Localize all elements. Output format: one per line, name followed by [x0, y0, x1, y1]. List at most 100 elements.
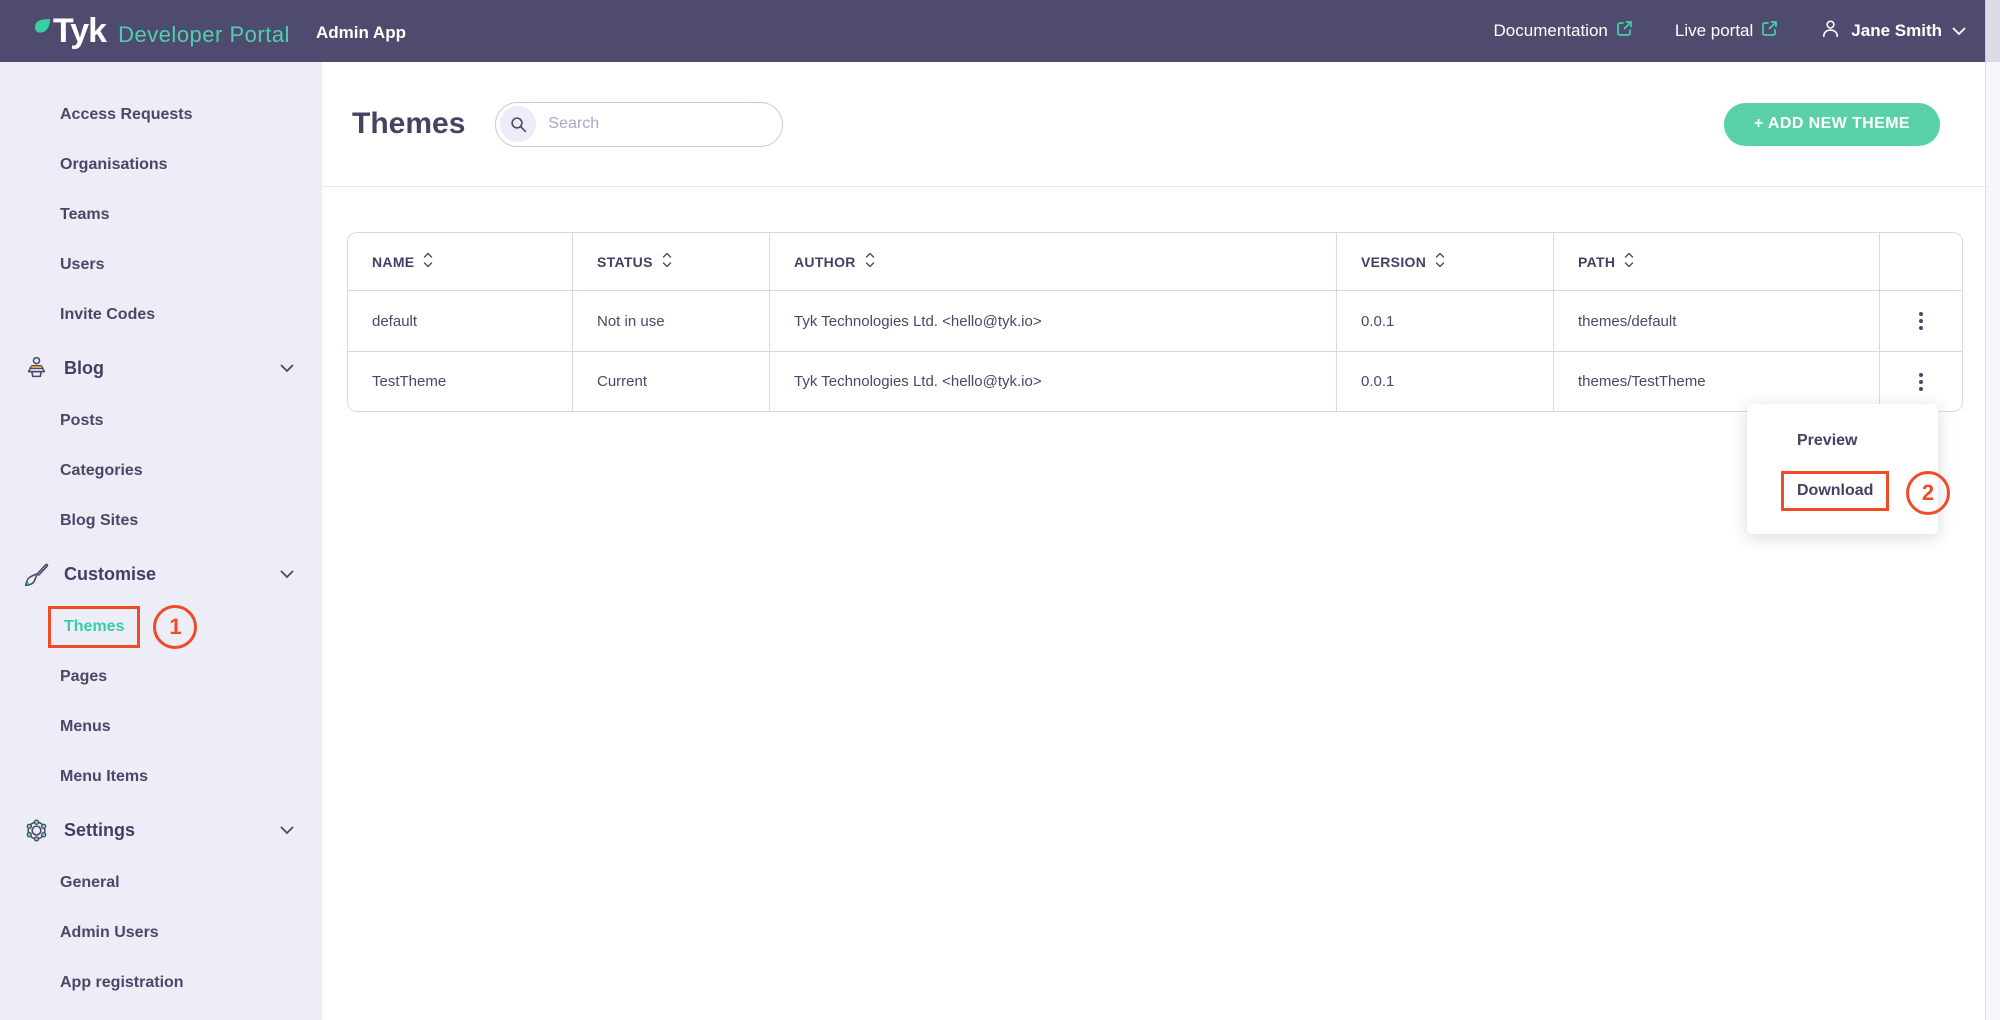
documentation-label: Documentation [1494, 21, 1608, 41]
sidebar-item-invite-codes[interactable]: Invite Codes [0, 290, 322, 340]
sidebar-item-admin-users[interactable]: Admin Users [0, 908, 322, 958]
cell-version: 0.0.1 [1337, 291, 1554, 351]
table-row-default: default Not in use Tyk Technologies Ltd.… [348, 291, 1962, 351]
sidebar-item-label: Users [60, 256, 104, 274]
sidebar-item-label: General [60, 874, 120, 892]
cell-version: 0.0.1 [1337, 352, 1554, 411]
column-label: PATH [1578, 254, 1615, 270]
sidebar-item-label: App registration [60, 974, 184, 992]
sort-icon [423, 252, 433, 271]
logo-text: Tyk [53, 14, 106, 48]
annotation-box-step2: Download [1781, 471, 1889, 511]
page-header: Themes + ADD NEW THEME [322, 62, 2000, 187]
column-header-version[interactable]: VERSION [1337, 233, 1554, 290]
search-box [495, 102, 783, 147]
table-header-row: NAME STATUS AUTHOR VERSION PATH [348, 233, 1962, 291]
sidebar-item-app-registration[interactable]: App registration [0, 958, 322, 1008]
sidebar-section-blog[interactable]: Blog [0, 340, 322, 396]
sidebar-item-label: Menus [60, 718, 111, 736]
add-new-theme-button[interactable]: + ADD NEW THEME [1724, 103, 1940, 146]
sidebar-item-posts[interactable]: Posts [0, 396, 322, 446]
chevron-down-icon [280, 364, 294, 373]
sidebar-section-label: Settings [64, 820, 135, 841]
main-content: Themes + ADD NEW THEME NAME STATUS AUTHO… [322, 62, 2000, 1020]
chevron-down-icon [280, 570, 294, 579]
documentation-link[interactable]: Documentation [1494, 20, 1633, 42]
column-label: STATUS [597, 254, 653, 270]
cell-author: Tyk Technologies Ltd. <hello@tyk.io> [770, 291, 1337, 351]
sidebar-item-label: Access Requests [60, 106, 193, 124]
annotation-circle-step1: 1 [153, 605, 197, 649]
live-portal-link[interactable]: Live portal [1675, 20, 1778, 42]
user-icon [1820, 18, 1841, 44]
themes-table: NAME STATUS AUTHOR VERSION PATH defa [347, 232, 1963, 412]
sort-icon [1435, 252, 1445, 271]
cell-status: Current [573, 352, 770, 411]
column-header-actions [1880, 233, 1962, 290]
chevron-down-icon [1952, 21, 1966, 41]
sidebar-item-categories[interactable]: Categories [0, 446, 322, 496]
cell-author: Tyk Technologies Ltd. <hello@tyk.io> [770, 352, 1337, 411]
kebab-menu-icon[interactable] [1907, 365, 1935, 399]
sidebar-item-pages[interactable]: Pages [0, 652, 322, 702]
sidebar: Access Requests Organisations Teams User… [0, 62, 322, 1020]
sidebar-item-label: Menu Items [60, 768, 148, 786]
column-header-author[interactable]: AUTHOR [770, 233, 1337, 290]
annotation-circle-step2: 2 [1906, 471, 1950, 515]
sidebar-item-label-active: Themes [64, 618, 124, 636]
column-header-path[interactable]: PATH [1554, 233, 1880, 290]
menu-item-preview[interactable]: Preview [1747, 416, 1938, 466]
sidebar-item-menu-items[interactable]: Menu Items [0, 752, 322, 802]
column-label: VERSION [1361, 254, 1426, 270]
sidebar-item-blog-sites[interactable]: Blog Sites [0, 496, 322, 546]
cell-status: Not in use [573, 291, 770, 351]
kebab-menu-icon[interactable] [1907, 304, 1935, 338]
live-portal-label: Live portal [1675, 21, 1753, 41]
paintbrush-icon [20, 561, 52, 588]
sidebar-item-label: Posts [60, 412, 104, 430]
external-link-icon [1616, 20, 1633, 42]
sidebar-item-access-requests[interactable]: Access Requests [0, 90, 322, 140]
sidebar-item-general[interactable]: General [0, 858, 322, 908]
blog-icon [20, 355, 52, 382]
sidebar-item-users[interactable]: Users [0, 240, 322, 290]
sidebar-item-organisations[interactable]: Organisations [0, 140, 322, 190]
column-header-status[interactable]: STATUS [573, 233, 770, 290]
vertical-scrollbar[interactable] [1985, 0, 2000, 1020]
sidebar-item-menus[interactable]: Menus [0, 702, 322, 752]
search-input[interactable] [536, 115, 778, 133]
sidebar-section-customise[interactable]: Customise [0, 546, 322, 602]
column-label: AUTHOR [794, 254, 856, 270]
sidebar-item-label: Organisations [60, 156, 168, 174]
chevron-down-icon [280, 826, 294, 835]
sidebar-section-settings[interactable]: Settings [0, 802, 322, 858]
sidebar-section-label: Blog [64, 358, 104, 379]
annotation-box-step1: Themes [48, 606, 140, 648]
tyk-leaf-icon [34, 18, 51, 40]
sidebar-item-label: Admin Users [60, 924, 159, 942]
external-link-icon [1761, 20, 1778, 42]
sidebar-item-label: Categories [60, 462, 143, 480]
sidebar-section-label: Customise [64, 564, 156, 585]
menu-item-label: Download [1797, 482, 1873, 500]
column-label: NAME [372, 254, 414, 270]
gear-icon [20, 817, 52, 844]
table-row-testtheme: TestTheme Current Tyk Technologies Ltd. … [348, 351, 1962, 411]
sidebar-item-label: Teams [60, 206, 110, 224]
cell-name: TestTheme [348, 352, 573, 411]
user-menu[interactable]: Jane Smith [1820, 18, 1966, 44]
logo-subtitle: Developer Portal [118, 22, 290, 48]
sort-icon [662, 252, 672, 271]
cell-path: themes/TestTheme [1554, 352, 1880, 411]
app-label: Admin App [316, 23, 406, 43]
user-name: Jane Smith [1851, 21, 1942, 41]
menu-item-label: Preview [1797, 432, 1857, 450]
app-header: Tyk Developer Portal Admin App Documenta… [0, 0, 2000, 62]
column-header-name[interactable]: NAME [348, 233, 573, 290]
tyk-logo[interactable]: Tyk Developer Portal [34, 14, 290, 48]
sidebar-item-teams[interactable]: Teams [0, 190, 322, 240]
cell-name: default [348, 291, 573, 351]
sidebar-item-themes[interactable]: Themes 1 [0, 602, 322, 652]
sidebar-item-label: Invite Codes [60, 306, 155, 324]
sort-icon [865, 252, 875, 271]
